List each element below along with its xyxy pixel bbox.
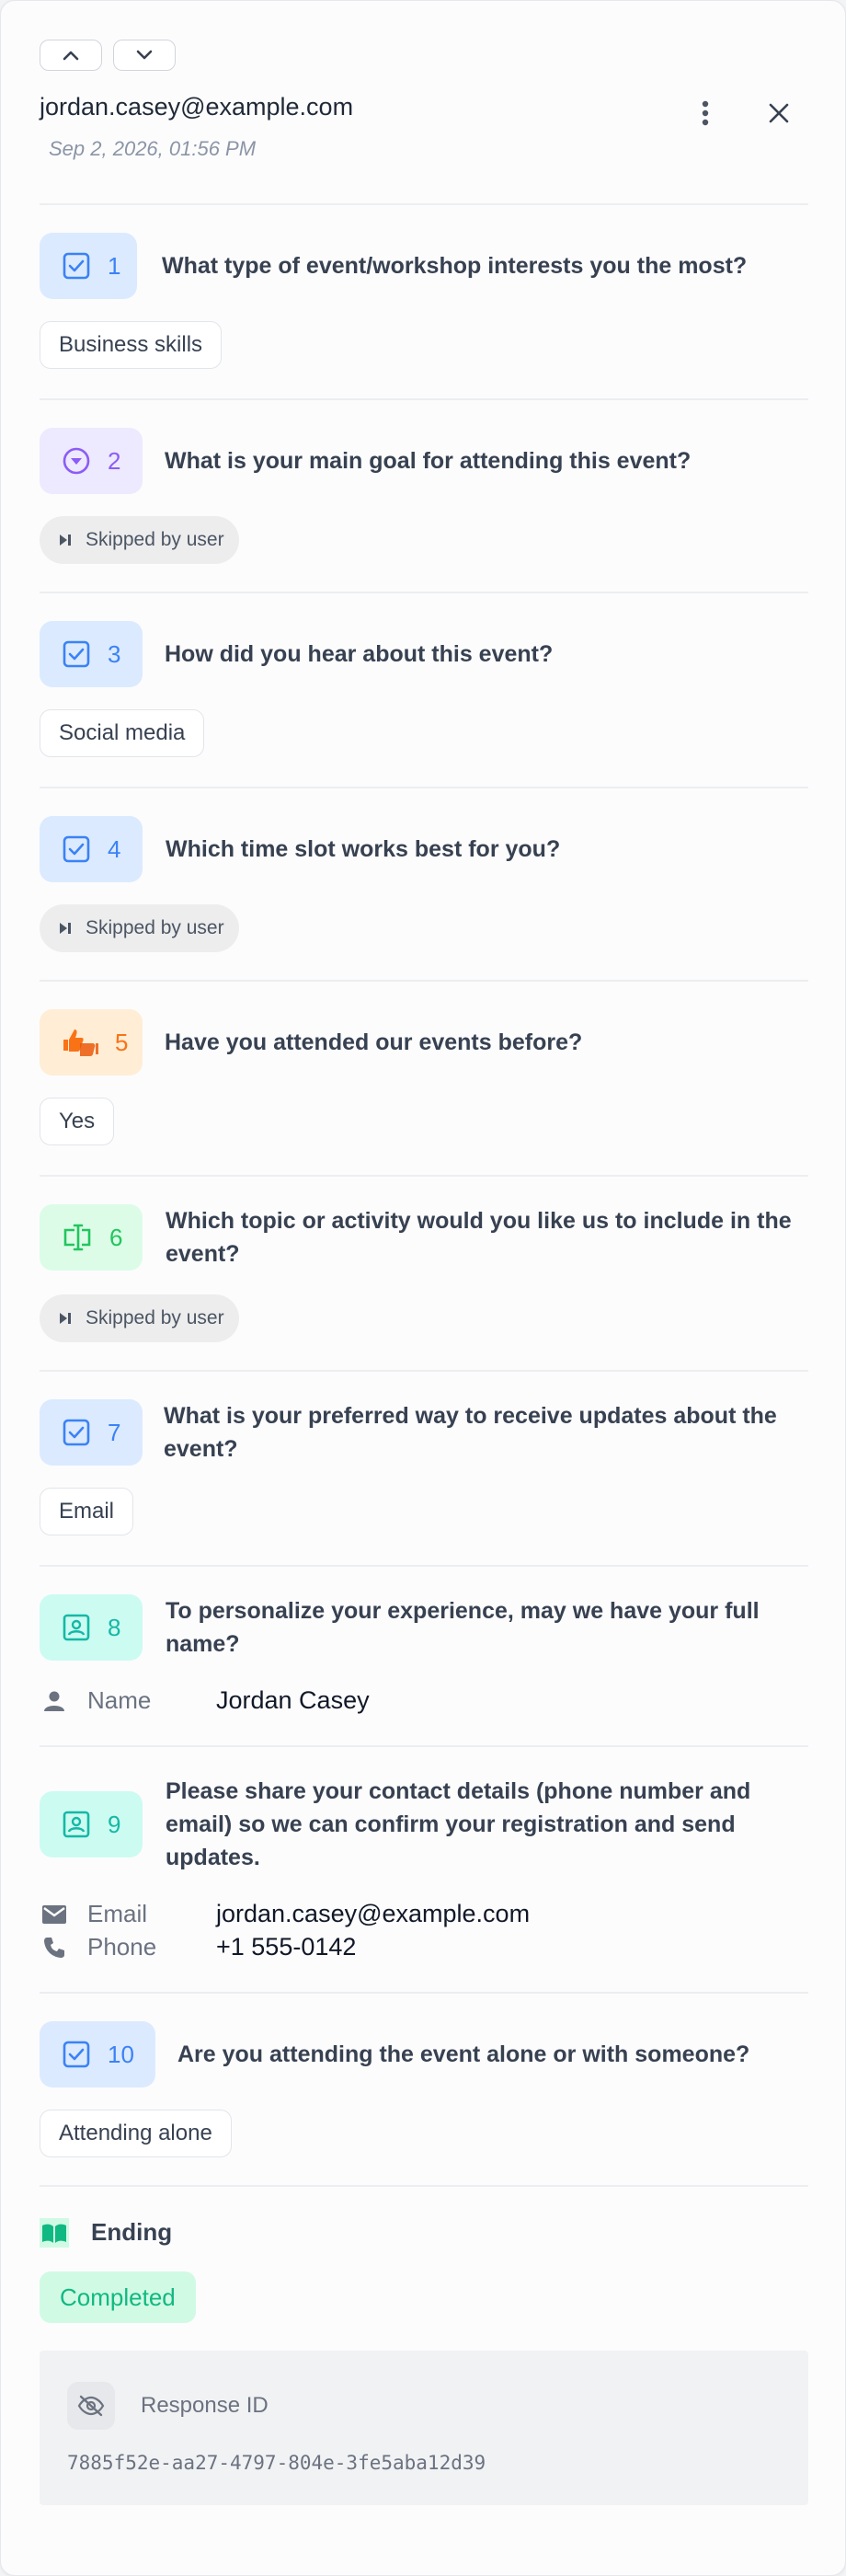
question-number: 9 bbox=[108, 1810, 121, 1838]
answer-chip: Attending alone bbox=[40, 2110, 232, 2157]
answer-chip: Business skills bbox=[40, 321, 223, 369]
question-badge-8: 8 bbox=[40, 1594, 143, 1661]
question-text: Please share your contact details (phone… bbox=[166, 1778, 751, 1870]
question-text: To personalize your experience, may we h… bbox=[166, 1598, 760, 1657]
divider bbox=[40, 1565, 808, 1567]
skipped-label: Skipped by user bbox=[86, 529, 224, 550]
previous-response-button[interactable] bbox=[40, 40, 102, 71]
question-text: Which time slot works best for you? bbox=[166, 836, 561, 862]
question-text: Have you attended our events before? bbox=[165, 1029, 583, 1055]
more-options-button[interactable] bbox=[689, 93, 722, 133]
skipped-badge: Skipped by user bbox=[40, 904, 239, 952]
checkbox-icon bbox=[63, 835, 90, 863]
divider bbox=[40, 592, 808, 593]
response-id-label: Response ID bbox=[141, 2393, 269, 2418]
checkbox-icon bbox=[63, 1419, 90, 1446]
field-label: Phone bbox=[87, 1933, 157, 1961]
question-text: What type of event/workshop interests yo… bbox=[162, 253, 748, 279]
question-badge-10: 10 bbox=[40, 2021, 155, 2087]
dropdown-circle-icon bbox=[63, 447, 90, 475]
question-number: 4 bbox=[108, 834, 121, 863]
book-open-icon bbox=[40, 2218, 69, 2248]
question-number: 1 bbox=[108, 251, 121, 280]
close-icon bbox=[769, 103, 789, 123]
ending-label: Ending bbox=[91, 2218, 173, 2246]
divider bbox=[40, 203, 808, 205]
answer-chip: Social media bbox=[40, 709, 205, 757]
answer-chip: Email bbox=[40, 1488, 134, 1535]
checkbox-icon bbox=[63, 252, 90, 280]
response-id-value: 7885f52e-aa27-4797-804e-3fe5aba12d39 bbox=[67, 2452, 486, 2474]
text-input-icon bbox=[63, 1224, 91, 1251]
question-text: What is your main goal for attending thi… bbox=[165, 448, 692, 474]
question-number: 5 bbox=[115, 1028, 129, 1056]
divider bbox=[40, 980, 808, 982]
field-label: Email bbox=[87, 1900, 148, 1927]
completed-status-badge: Completed bbox=[40, 2271, 196, 2323]
next-response-button[interactable] bbox=[113, 40, 176, 71]
close-button[interactable] bbox=[760, 95, 797, 132]
checkbox-icon bbox=[63, 640, 90, 668]
skipped-badge: Skipped by user bbox=[40, 516, 239, 564]
checkbox-icon bbox=[63, 2041, 90, 2068]
question-number: 2 bbox=[108, 446, 121, 475]
divider bbox=[40, 787, 808, 788]
response-navigation bbox=[40, 40, 176, 71]
divider bbox=[40, 1370, 808, 1372]
divider bbox=[40, 2185, 808, 2187]
question-badge-5: 5 bbox=[40, 1009, 143, 1075]
question-badge-2: 2 bbox=[40, 428, 143, 494]
skip-forward-icon bbox=[60, 923, 71, 934]
question-badge-4: 4 bbox=[40, 816, 143, 882]
question-badge-3: 3 bbox=[40, 621, 143, 687]
answer-chip: Yes bbox=[40, 1098, 115, 1145]
person-icon bbox=[40, 1686, 69, 1716]
question-badge-9: 9 bbox=[40, 1791, 143, 1857]
chevron-down-icon bbox=[136, 50, 153, 60]
divider bbox=[40, 398, 808, 400]
field-value: Jordan Casey bbox=[216, 1686, 370, 1714]
phone-icon bbox=[40, 1933, 69, 1962]
question-badge-6: 6 bbox=[40, 1204, 143, 1271]
question-text: Which topic or activity would you like u… bbox=[166, 1208, 792, 1267]
field-value: jordan.casey@example.com bbox=[216, 1900, 531, 1927]
divider bbox=[40, 1175, 808, 1177]
chevron-up-icon bbox=[63, 51, 79, 61]
divider bbox=[40, 1992, 808, 1994]
divider bbox=[40, 1745, 808, 1747]
field-label: Name bbox=[87, 1686, 152, 1714]
more-vertical-icon bbox=[702, 100, 709, 126]
question-badge-1: 1 bbox=[40, 233, 137, 299]
toggle-visibility-button[interactable] bbox=[67, 2382, 115, 2430]
eye-off-icon bbox=[77, 2395, 105, 2417]
question-text: How did you hear about this event? bbox=[165, 641, 554, 667]
field-value: +1 555-0142 bbox=[216, 1933, 357, 1961]
question-badge-7: 7 bbox=[40, 1399, 143, 1466]
skipped-badge: Skipped by user bbox=[40, 1294, 239, 1342]
response-id-box: Response ID 7885f52e-aa27-4797-804e-3fe5… bbox=[40, 2351, 808, 2505]
skip-forward-icon bbox=[60, 535, 71, 546]
submission-timestamp: Sep 2, 2026, 01:56 PM bbox=[49, 137, 257, 160]
question-text: What is your preferred way to receive up… bbox=[164, 1403, 777, 1462]
skipped-label: Skipped by user bbox=[86, 917, 224, 938]
response-detail-panel: jordan.casey@example.com Sep 2, 2026, 01… bbox=[0, 0, 846, 2576]
question-text: Are you attending the event alone or wit… bbox=[177, 2041, 750, 2067]
question-number: 8 bbox=[108, 1613, 121, 1641]
respondent-email: jordan.casey@example.com bbox=[40, 93, 354, 121]
question-number: 7 bbox=[108, 1418, 121, 1446]
question-number: 3 bbox=[108, 639, 121, 668]
skipped-label: Skipped by user bbox=[86, 1307, 224, 1328]
mail-icon bbox=[40, 1900, 69, 1929]
contact-card-icon bbox=[63, 1811, 90, 1838]
thumbs-icon bbox=[63, 1029, 98, 1056]
contact-card-icon bbox=[63, 1614, 90, 1641]
skip-forward-icon bbox=[60, 1313, 71, 1324]
question-number: 10 bbox=[108, 2040, 134, 2068]
question-number: 6 bbox=[109, 1223, 123, 1251]
